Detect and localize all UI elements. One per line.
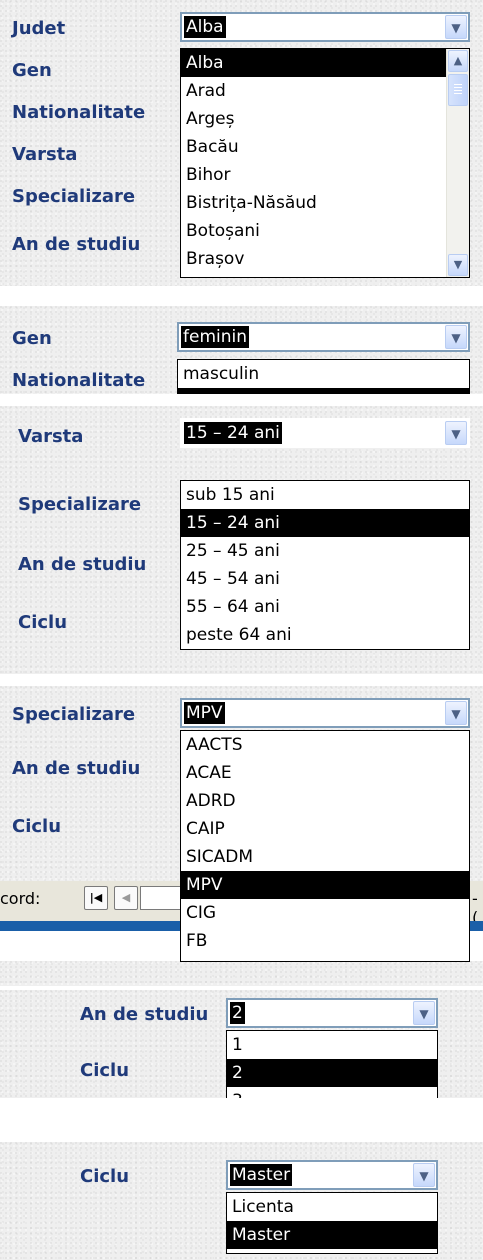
- chevron-down-icon[interactable]: ▼: [445, 701, 467, 725]
- judet-option[interactable]: Bistrița-Năsăud: [181, 189, 469, 217]
- label-ciclu: Ciclu: [80, 1166, 130, 1187]
- an-de-studiu-combobox[interactable]: 2 ▼: [226, 998, 438, 1028]
- scroll-down-icon[interactable]: ▼: [448, 254, 468, 276]
- judet-scrollbar[interactable]: ▲ ▼: [446, 49, 469, 277]
- ciclu-option[interactable]: Master: [227, 1221, 437, 1249]
- gen-combobox[interactable]: feminin ▼: [177, 322, 470, 352]
- label-nationalitate: Nationalitate: [12, 102, 146, 123]
- prev-record-icon[interactable]: ◀: [114, 886, 138, 910]
- varsta-combobox[interactable]: 15 – 24 ani ▼: [180, 418, 470, 448]
- ciclu-dropdown-list[interactable]: Licenta Master: [226, 1192, 438, 1254]
- label-an-de-studiu: An de studiu: [18, 554, 147, 575]
- gen-dropdown-list[interactable]: masculin feminin: [177, 359, 470, 394]
- specializare-option[interactable]: MPV: [181, 871, 469, 899]
- varsta-selected-value: 15 – 24 ani: [184, 422, 282, 444]
- ciclu-option[interactable]: Licenta: [227, 1193, 437, 1221]
- panel-ciclu: Ciclu Master ▼ Licenta Master: [0, 1142, 483, 1260]
- chevron-down-icon[interactable]: ▼: [445, 15, 467, 39]
- label-specializare: Specializare: [12, 186, 136, 207]
- label-ciclu: Ciclu: [18, 612, 68, 633]
- specializare-option[interactable]: ACAE: [181, 759, 469, 787]
- specializare-option[interactable]: CIG: [181, 899, 469, 927]
- judet-option[interactable]: Arad: [181, 77, 469, 105]
- specializare-option[interactable]: SICADM: [181, 843, 469, 871]
- varsta-option[interactable]: 25 – 45 ani: [181, 537, 469, 565]
- label-gen: Gen: [12, 328, 52, 349]
- gen-option[interactable]: masculin: [178, 360, 469, 388]
- label-nationalitate: Nationalitate: [12, 370, 146, 391]
- varsta-option[interactable]: sub 15 ani: [181, 481, 469, 509]
- label-an-de-studiu: An de studiu: [80, 1004, 209, 1025]
- panel-specializare: Specializare An de studiu Ciclu cord: |◀…: [0, 686, 483, 986]
- chevron-down-icon[interactable]: ▼: [413, 1163, 435, 1187]
- specializare-option[interactable]: CAIP: [181, 815, 469, 843]
- label-varsta: Varsta: [18, 426, 84, 447]
- an-de-studiu-option[interactable]: 2: [227, 1059, 437, 1087]
- label-an-de-studiu: An de studiu: [12, 234, 141, 255]
- specializare-selected-value: MPV: [184, 702, 225, 724]
- judet-option[interactable]: Bihor: [181, 161, 469, 189]
- varsta-option[interactable]: peste 64 ani: [181, 621, 469, 649]
- panel-judet: Judet Gen Nationalitate Varsta Specializ…: [0, 0, 483, 286]
- chevron-down-icon[interactable]: ▼: [445, 421, 467, 445]
- judet-combobox[interactable]: Alba ▼: [180, 12, 470, 42]
- judet-option[interactable]: Bacău: [181, 133, 469, 161]
- varsta-option[interactable]: 45 – 54 ani: [181, 565, 469, 593]
- panel-gen: Gen Nationalitate feminin ▼ masculin fem…: [0, 306, 483, 394]
- ciclu-combobox[interactable]: Master ▼: [226, 1160, 438, 1190]
- an-de-studiu-option[interactable]: 1: [227, 1031, 437, 1059]
- specializare-combobox[interactable]: MPV ▼: [180, 698, 470, 728]
- an-de-studiu-selected-value: 2: [230, 1002, 245, 1024]
- judet-option[interactable]: Brașov: [181, 245, 469, 273]
- label-judet: Judet: [12, 18, 66, 39]
- label-ciclu: Ciclu: [12, 816, 62, 837]
- record-label: cord:: [0, 889, 41, 908]
- an-de-studiu-dropdown-list[interactable]: 1 2 3: [226, 1030, 438, 1098]
- judet-selected-value: Alba: [184, 16, 226, 38]
- label-ciclu: Ciclu: [80, 1060, 130, 1081]
- panel-an-de-studiu: An de studiu Ciclu 2 ▼ 1 2 3: [0, 990, 483, 1098]
- judet-option[interactable]: Alba: [181, 49, 469, 77]
- varsta-dropdown-list[interactable]: sub 15 ani 15 – 24 ani 25 – 45 ani 45 – …: [180, 480, 470, 650]
- label-varsta: Varsta: [12, 144, 78, 165]
- scrollbar-thumb[interactable]: [448, 74, 468, 106]
- label-an-de-studiu: An de studiu: [12, 758, 141, 779]
- specializare-option[interactable]: ADRD: [181, 787, 469, 815]
- specializare-option[interactable]: AACTS: [181, 731, 469, 759]
- judet-option[interactable]: Botoșani: [181, 217, 469, 245]
- varsta-option[interactable]: 55 – 64 ani: [181, 593, 469, 621]
- first-record-icon[interactable]: |◀: [84, 886, 108, 910]
- ciclu-selected-value: Master: [230, 1164, 293, 1186]
- judet-option[interactable]: Argeș: [181, 105, 469, 133]
- label-gen: Gen: [12, 60, 52, 81]
- chevron-down-icon[interactable]: ▼: [445, 325, 467, 349]
- gen-selected-value: feminin: [181, 326, 249, 348]
- panel-varsta: Varsta Specializare An de studiu Ciclu 1…: [0, 406, 483, 674]
- label-specializare: Specializare: [18, 494, 142, 515]
- label-specializare: Specializare: [12, 704, 136, 725]
- varsta-option[interactable]: 15 – 24 ani: [181, 509, 469, 537]
- an-de-studiu-option[interactable]: 3: [227, 1087, 437, 1098]
- specializare-dropdown-list[interactable]: AACTS ACAE ADRD CAIP SICADM MPV CIG FB: [180, 730, 470, 962]
- specializare-option[interactable]: FB: [181, 927, 469, 955]
- judet-dropdown-list[interactable]: Alba Arad Argeș Bacău Bihor Bistrița-Năs…: [180, 48, 470, 278]
- gen-option[interactable]: feminin: [178, 388, 469, 394]
- scroll-up-icon[interactable]: ▲: [448, 50, 468, 72]
- chevron-down-icon[interactable]: ▼: [413, 1001, 435, 1025]
